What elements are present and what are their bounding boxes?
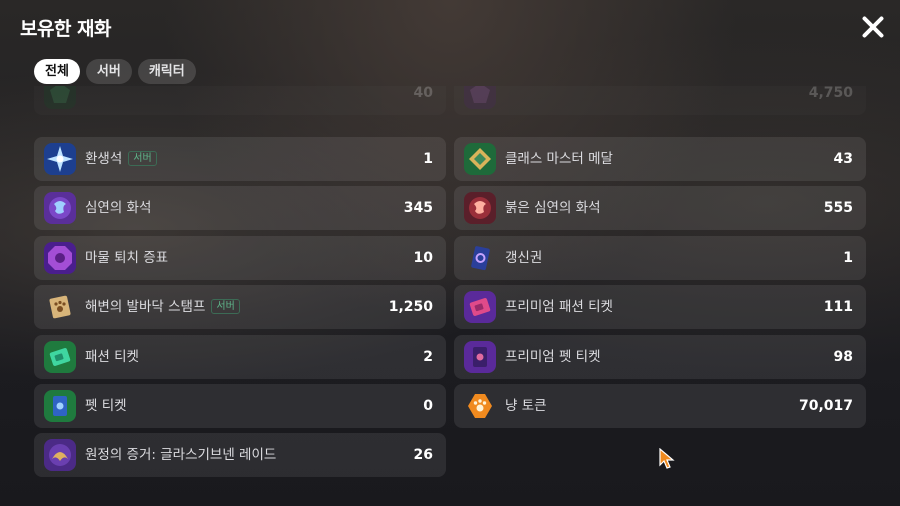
blue-star-icon	[44, 143, 76, 175]
tab-server[interactable]: 서버	[85, 59, 132, 84]
green-fashion-ticket-icon	[44, 341, 76, 373]
currency-name: 갱신권	[505, 250, 543, 266]
page-title: 보유한 재화	[20, 18, 112, 40]
filter-tabs: 전체 서버 캐릭터	[34, 59, 196, 84]
class-master-medal-icon	[464, 143, 496, 175]
premium-fashion-ticket-icon	[464, 291, 496, 323]
currency-row[interactable]: 40	[34, 86, 446, 115]
currency-row[interactable]: 갱신권 1	[454, 236, 866, 280]
currency-name: 심연의 화석	[85, 200, 152, 216]
currency-count: 4,750	[808, 86, 853, 101]
currency-name: 해변의 발바닥 스탬프 서버	[85, 285, 240, 329]
tab-all[interactable]: 전체	[34, 59, 80, 84]
currency-row[interactable]: 붉은 심연의 화석 555	[454, 186, 866, 230]
currency-count: 2	[423, 349, 433, 365]
renewal-card-icon	[464, 242, 496, 274]
currency-name: 원정의 증거: 글라스기브넨 레이드	[85, 447, 277, 463]
currency-count: 1,250	[388, 299, 433, 315]
paw-stamp-icon	[44, 291, 76, 323]
currency-count: 1	[423, 151, 433, 167]
currency-row[interactable]: 환생석 서버 1	[34, 137, 446, 181]
currency-row[interactable]: 4,750	[454, 86, 866, 115]
purple-octagon-emblem-icon	[44, 242, 76, 274]
currency-count: 43	[833, 151, 853, 167]
currency-row[interactable]: 패션 티켓 2	[34, 335, 446, 379]
currency-row[interactable]: 원정의 증거: 글라스기브넨 레이드 26	[34, 433, 446, 477]
currency-name: 환생석 서버	[85, 137, 157, 181]
currency-name: 프리미엄 패션 티켓	[505, 299, 613, 315]
currency-name: 클래스 마스터 메달	[505, 151, 613, 167]
currency-row[interactable]: 펫 티켓 0	[34, 384, 446, 428]
currency-row[interactable]: 냥 토큰 70,017	[454, 384, 866, 428]
currency-name: 붉은 심연의 화석	[505, 200, 601, 216]
cat-paw-token-icon	[464, 390, 496, 422]
raid-proof-icon	[44, 439, 76, 471]
currency-count: 70,017	[798, 398, 853, 414]
currency-count: 345	[403, 200, 433, 216]
currency-row[interactable]: 클래스 마스터 메달 43	[454, 137, 866, 181]
currency-name: 펫 티켓	[85, 398, 127, 414]
currency-count: 26	[413, 447, 433, 463]
tab-character[interactable]: 캐릭터	[137, 59, 196, 84]
currency-name: 마물 퇴치 증표	[85, 250, 169, 266]
currency-count: 555	[823, 200, 853, 216]
currency-name: 프리미엄 펫 티켓	[505, 349, 601, 365]
close-icon[interactable]	[860, 14, 886, 40]
currency-name: 냥 토큰	[505, 398, 547, 414]
currency-count: 0	[423, 398, 433, 414]
currency-count: 1	[843, 250, 853, 266]
green-gem-icon	[44, 86, 76, 109]
currency-count: 10	[413, 250, 433, 266]
premium-pet-ticket-icon	[464, 341, 496, 373]
purple-dragon-fossil-icon	[44, 192, 76, 224]
currency-row[interactable]: 심연의 화석 345	[34, 186, 446, 230]
currency-count: 40	[413, 86, 433, 101]
purple-coin-icon	[464, 86, 496, 109]
currency-row[interactable]: 해변의 발바닥 스탬프 서버 1,250	[34, 285, 446, 329]
mouse-cursor-icon	[659, 448, 675, 469]
currency-list: 40 환생석 서버 1 심연의 화석 345 마물 퇴치 증표 10 해변의 발…	[34, 86, 866, 486]
green-pet-ticket-icon	[44, 390, 76, 422]
currency-count: 111	[823, 299, 853, 315]
red-dragon-fossil-icon	[464, 192, 496, 224]
server-badge: 서버	[211, 299, 240, 314]
server-badge: 서버	[128, 151, 157, 166]
currency-row[interactable]: 프리미엄 펫 티켓 98	[454, 335, 866, 379]
currency-count: 98	[833, 349, 853, 365]
currency-row[interactable]: 프리미엄 패션 티켓 111	[454, 285, 866, 329]
currency-name: 패션 티켓	[85, 349, 139, 365]
currency-row[interactable]: 마물 퇴치 증표 10	[34, 236, 446, 280]
